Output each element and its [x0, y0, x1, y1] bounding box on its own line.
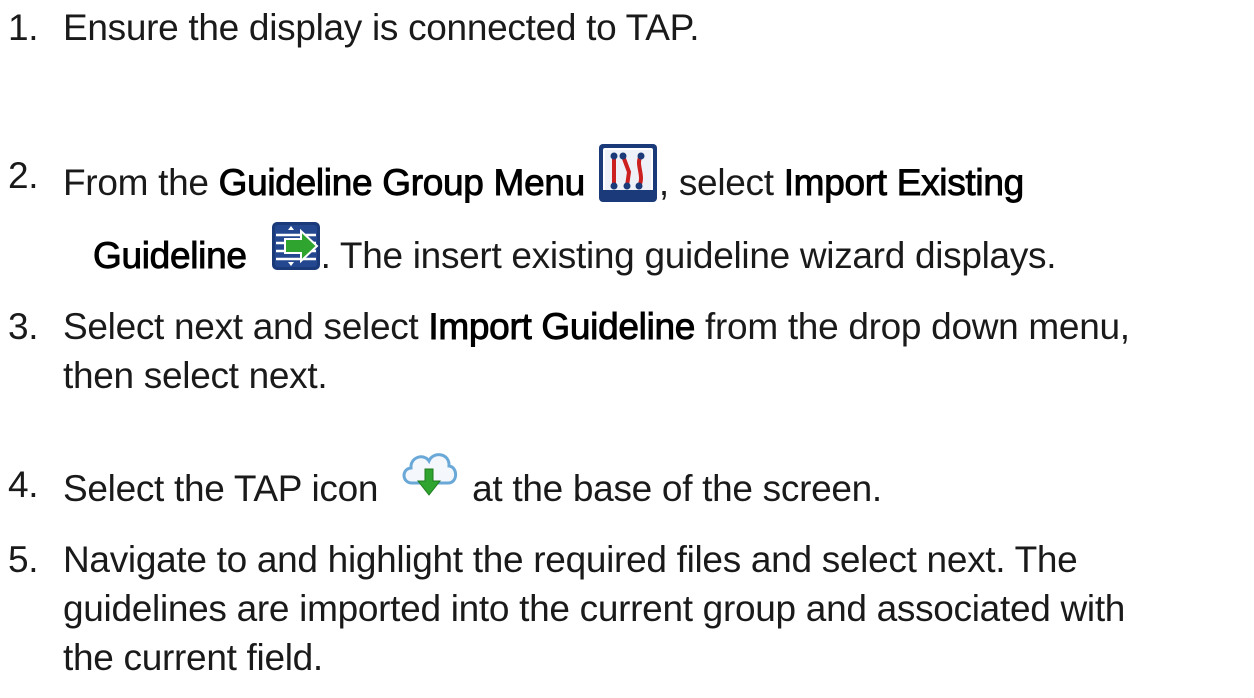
import-guideline-label: Import Guideline — [428, 306, 696, 348]
step-number: 5. — [8, 539, 39, 580]
step-text-run: From the — [63, 161, 219, 203]
step-text: Navigate to and highlight the required f… — [63, 539, 1078, 580]
tap-cloud-download-icon — [398, 445, 460, 501]
step-text-run: Select next and select — [63, 306, 429, 347]
step-text-run: Select the TAP icon — [63, 467, 379, 509]
step-number: 3. — [8, 306, 39, 347]
step-text-run: , select — [658, 161, 784, 203]
guideline-group-menu-label: Guideline Group Menu — [218, 161, 585, 203]
guideline-group-menu-icon — [597, 142, 659, 204]
step-text: Guideline . The insert existing guidelin… — [93, 222, 1057, 283]
step-text: guidelines are imported into the current… — [63, 588, 1126, 629]
step-text: then select next. — [63, 355, 328, 396]
guideline-label: Guideline — [93, 234, 248, 276]
step-text: Select next and select Import Guideline … — [63, 305, 1130, 349]
step-text-run: at the base of the screen. — [472, 467, 882, 509]
step-number: 1. — [8, 7, 39, 48]
step-text-run: . The insert existing guideline wizard d… — [320, 234, 1057, 276]
step-text: Ensure the display is connected to TAP. — [63, 7, 700, 48]
step-number: 2. — [8, 155, 39, 196]
import-existing-guideline-icon — [271, 221, 321, 271]
step-number: 4. — [8, 464, 39, 505]
import-existing-label: Import Existing — [783, 161, 1024, 203]
step-text-run: from the drop down menu, — [695, 306, 1130, 347]
step-text: Select the TAP icon at the base of the s… — [63, 453, 882, 519]
step-text: the current field. — [63, 637, 323, 678]
step-text: From the Guideline Group Menu , select I… — [63, 144, 1025, 216]
